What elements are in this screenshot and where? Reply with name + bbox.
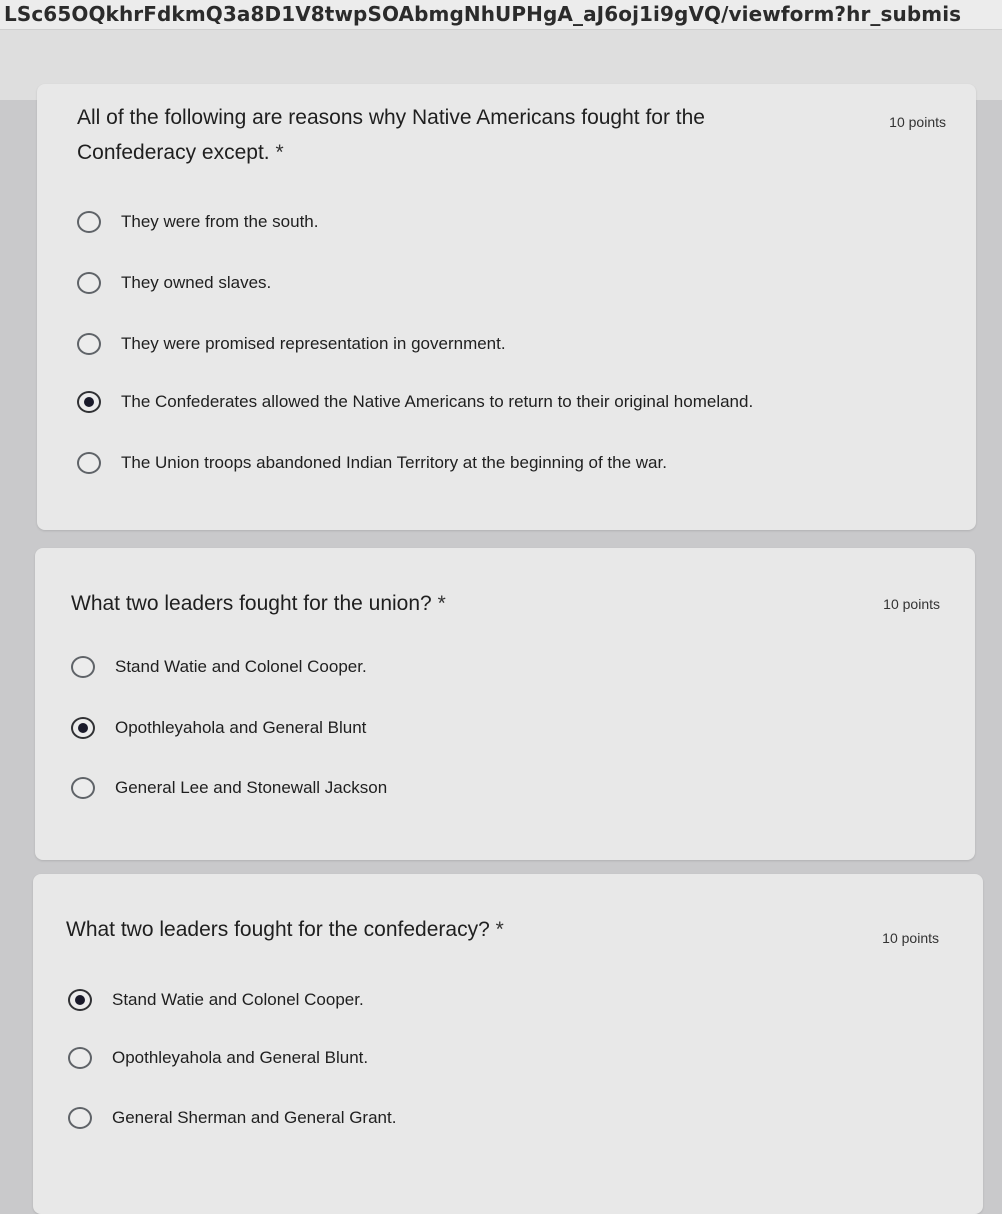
option-radio[interactable]: They were from the south. [77, 211, 318, 233]
radio-button[interactable] [68, 989, 92, 1011]
radio-button[interactable] [77, 391, 101, 413]
question-card-3: What two leaders fought for the confeder… [33, 874, 983, 1214]
option-label: They were promised representation in gov… [121, 334, 506, 353]
radio-button[interactable] [68, 1047, 92, 1069]
option-radio[interactable]: The Confederates allowed the Native Amer… [77, 391, 753, 413]
question-card-2: What two leaders fought for the union? *… [35, 548, 975, 860]
option-radio[interactable]: The Union troops abandoned Indian Territ… [77, 452, 667, 474]
option-label: They owned slaves. [121, 273, 272, 292]
option-radio[interactable]: They were promised representation in gov… [77, 333, 506, 355]
question-title: What two leaders fought for the union? * [71, 592, 446, 615]
radio-button[interactable] [68, 1107, 92, 1129]
option-radio[interactable]: Opothleyahola and General Blunt. [68, 1047, 368, 1069]
question-title: All of the following are reasons why Nat… [77, 106, 705, 164]
radio-button[interactable] [77, 272, 101, 294]
option-label: Stand Watie and Colonel Cooper. [115, 657, 367, 676]
question-title: What two leaders fought for the confeder… [66, 918, 504, 941]
option-label: They were from the south. [121, 212, 319, 231]
option-label: Stand Watie and Colonel Cooper. [112, 990, 364, 1009]
required-asterisk: * [275, 141, 284, 164]
address-bar[interactable]: LSc65OQkhrFdkmQ3a8D1V8twpSOAbmgNhUPHgA_a… [0, 0, 1002, 30]
required-asterisk: * [495, 918, 504, 941]
question-card-1: All of the following are reasons why Nat… [37, 84, 976, 530]
radio-selected-dot [78, 723, 88, 733]
option-radio[interactable]: General Lee and Stonewall Jackson [71, 777, 387, 799]
option-label: General Sherman and General Grant. [112, 1108, 397, 1127]
radio-button[interactable] [71, 656, 95, 678]
option-radio[interactable]: They owned slaves. [77, 272, 271, 294]
option-radio[interactable]: General Sherman and General Grant. [68, 1107, 396, 1129]
radio-button[interactable] [71, 717, 95, 739]
option-label: The Confederates allowed the Native Amer… [121, 392, 754, 411]
required-asterisk: * [437, 592, 446, 615]
points-label: 10 points [883, 596, 940, 612]
option-radio[interactable]: Opothleyahola and General Blunt [71, 717, 366, 739]
url-text: LSc65OQkhrFdkmQ3a8D1V8twpSOAbmgNhUPHgA_a… [4, 2, 962, 26]
option-radio[interactable]: Stand Watie and Colonel Cooper. [68, 989, 364, 1011]
option-radio[interactable]: Stand Watie and Colonel Cooper. [71, 656, 367, 678]
option-label: The Union troops abandoned Indian Territ… [121, 453, 667, 472]
points-label: 10 points [882, 930, 939, 946]
radio-button[interactable] [77, 333, 101, 355]
radio-selected-dot [84, 397, 94, 407]
option-label: Opothleyahola and General Blunt. [112, 1048, 369, 1067]
radio-button[interactable] [77, 211, 101, 233]
radio-selected-dot [75, 995, 85, 1005]
option-label: General Lee and Stonewall Jackson [115, 778, 388, 797]
radio-button[interactable] [71, 777, 95, 799]
radio-button[interactable] [77, 452, 101, 474]
points-label: 10 points [889, 114, 946, 130]
option-label: Opothleyahola and General Blunt [115, 718, 367, 737]
